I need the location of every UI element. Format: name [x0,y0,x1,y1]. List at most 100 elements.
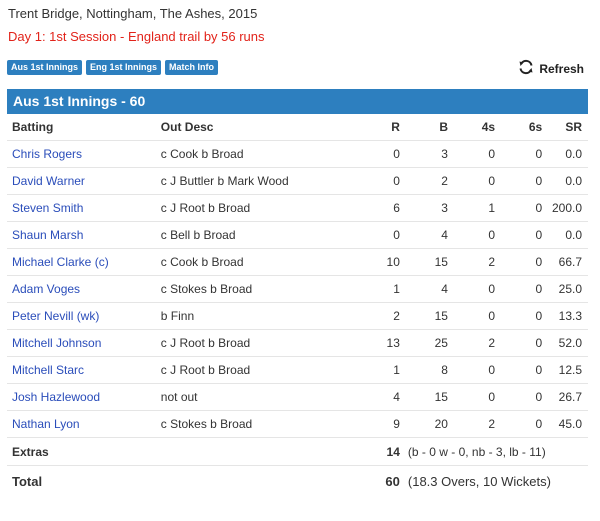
out-desc: c J Buttler b Mark Wood [155,167,342,195]
fours: 0 [447,167,496,195]
balls: 15 [399,302,448,330]
fours: 2 [447,329,496,357]
sixes: 0 [495,275,543,303]
strike-rate: 0.0 [542,140,588,168]
total-value: 60 [341,465,400,496]
out-desc: c J Root b Broad [155,194,342,222]
player-link[interactable]: Michael Clarke (c) [12,255,109,269]
sixes: 0 [495,140,543,168]
out-desc: b Finn [155,302,342,330]
balls: 4 [399,221,448,249]
table-row: Josh Hazlewood not out 4 15 0 0 26.7 [7,383,588,411]
innings-title: Aus 1st Innings - 60 [7,89,588,114]
fours: 0 [447,383,496,411]
runs: 0 [341,140,400,168]
runs: 4 [341,383,400,411]
sixes: 0 [495,248,543,276]
player-link[interactable]: Chris Rogers [12,147,82,161]
refresh-label: Refresh [539,61,584,76]
strike-rate: 26.7 [542,383,588,411]
out-desc: c Stokes b Broad [155,275,342,303]
runs: 0 [341,167,400,195]
player-link[interactable]: Josh Hazlewood [12,390,100,404]
match-status: Day 1: 1st Session - England trail by 56… [8,29,265,44]
strike-rate: 13.3 [542,302,588,330]
col-runs: R [391,120,400,134]
extras-value: 14 [341,437,400,466]
refresh-icon [518,59,534,78]
runs: 13 [341,329,400,357]
runs: 2 [341,302,400,330]
fours: 0 [447,221,496,249]
player-link[interactable]: David Warner [12,174,85,188]
out-desc: c Cook b Broad [155,140,342,168]
sixes: 0 [495,356,543,384]
tab-aus-1st-innings[interactable]: Aus 1st Innings [7,60,83,75]
out-desc: c J Root b Broad [155,356,342,384]
player-link[interactable]: Adam Voges [12,282,80,296]
tab-match-info[interactable]: Match Info [165,60,219,75]
strike-rate: 45.0 [542,410,588,438]
player-link[interactable]: Shaun Marsh [12,228,83,242]
out-desc: c Cook b Broad [155,248,342,276]
table-row: Steven Smith c J Root b Broad 6 3 1 0 200.0 [7,194,588,222]
strike-rate: 0.0 [542,167,588,195]
total-label: Total [7,465,156,496]
player-link[interactable]: Peter Nevill (wk) [12,309,99,323]
extras-detail: (b - 0 w - 0, nb - 3, lb - 11) [399,437,588,466]
batting-table: Batting Out Desc R B 4s 6s SR Chris Roge… [7,114,588,496]
fours: 2 [447,248,496,276]
balls: 3 [399,194,448,222]
table-header-row: Batting Out Desc R B 4s 6s SR [7,114,588,141]
player-link[interactable]: Mitchell Johnson [12,336,101,350]
fours: 2 [447,410,496,438]
sixes: 0 [495,410,543,438]
table-row: Peter Nevill (wk) b Finn 2 15 0 0 13.3 [7,302,588,330]
runs: 1 [341,356,400,384]
extras-label: Extras [7,437,156,466]
runs: 1 [341,275,400,303]
runs: 9 [341,410,400,438]
strike-rate: 25.0 [542,275,588,303]
sixes: 0 [495,329,543,357]
tab-eng-1st-innings[interactable]: Eng 1st Innings [86,60,162,75]
balls: 3 [399,140,448,168]
sixes: 0 [495,302,543,330]
innings-panel: Aus 1st Innings - 60 Batting Out Desc R … [7,89,588,496]
sixes: 0 [495,167,543,195]
fours: 0 [447,302,496,330]
col-fours: 4s [481,120,496,134]
strike-rate: 66.7 [542,248,588,276]
out-desc: c Bell b Broad [155,221,342,249]
player-link[interactable]: Mitchell Starc [12,363,84,377]
player-link[interactable]: Steven Smith [12,201,83,215]
table-row: Michael Clarke (c) c Cook b Broad 10 15 2 0 66… [7,248,588,276]
balls: 15 [399,383,448,411]
col-out-desc: Out Desc [160,120,214,134]
total-detail: (18.3 Overs, 10 Wickets) [399,465,588,496]
refresh-button[interactable]: Refresh [518,59,584,78]
balls: 25 [399,329,448,357]
fours: 0 [447,140,496,168]
table-row: Nathan Lyon c Stokes b Broad 9 20 2 0 45.0 [7,410,588,438]
strike-rate: 12.5 [542,356,588,384]
col-batting: Batting [12,120,54,134]
balls: 8 [399,356,448,384]
table-row: Adam Voges c Stokes b Broad 1 4 0 0 25.0 [7,275,588,303]
strike-rate: 52.0 [542,329,588,357]
sixes: 0 [495,194,543,222]
fours: 1 [447,194,496,222]
total-row: Total 60 (18.3 Overs, 10 Wickets) [7,465,588,496]
player-link[interactable]: Nathan Lyon [12,417,80,431]
table-row: Mitchell Starc c J Root b Broad 1 8 0 0 12.5 [7,356,588,384]
innings-tabs: Aus 1st Innings Eng 1st Innings Match In… [7,60,219,75]
balls: 4 [399,275,448,303]
col-balls: B [439,120,448,134]
col-strike-rate: SR [565,120,582,134]
out-desc: c J Root b Broad [155,329,342,357]
fours: 0 [447,356,496,384]
out-desc: not out [155,383,342,411]
out-desc: c Stokes b Broad [155,410,342,438]
balls: 15 [399,248,448,276]
runs: 10 [341,248,400,276]
